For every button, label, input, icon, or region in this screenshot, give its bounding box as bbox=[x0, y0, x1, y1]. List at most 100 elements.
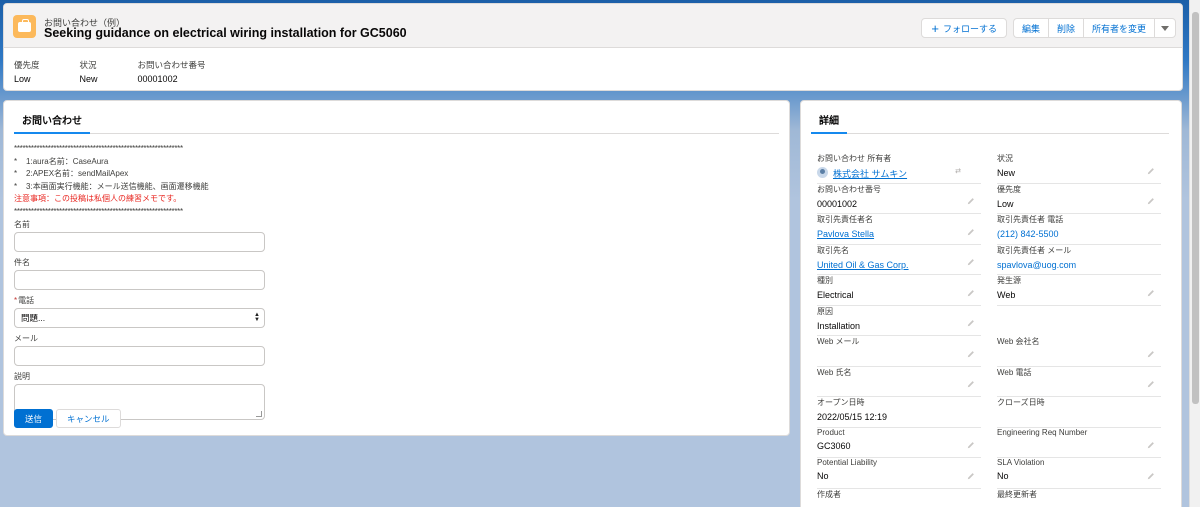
chevron-down-icon bbox=[1161, 25, 1169, 31]
name-input[interactable] bbox=[14, 232, 265, 252]
field-label: 状況 bbox=[79, 60, 97, 70]
submit-button[interactable]: 送信 bbox=[14, 409, 54, 428]
detail-field: Web 会社名 bbox=[997, 336, 1161, 367]
detail-field: 最終更新者 bbox=[997, 489, 1161, 507]
plus-icon: + bbox=[931, 20, 939, 36]
avatar bbox=[817, 167, 828, 178]
detail-row: 原因 Installation bbox=[817, 306, 1167, 337]
edit-pencil-icon[interactable] bbox=[1147, 441, 1155, 449]
detail-field-label: Web 氏名 bbox=[817, 367, 852, 377]
tab-inquiry[interactable]: お問い合わせ bbox=[14, 112, 90, 134]
detail-field-label: Product bbox=[817, 427, 845, 437]
phone-select[interactable]: 問題... ▲ ▼ bbox=[14, 308, 265, 328]
tab-details[interactable]: 詳細 bbox=[811, 112, 847, 134]
detail-field-value[interactable]: spavlova@uog.com bbox=[997, 260, 1161, 271]
follow-button[interactable]: + フォローする bbox=[921, 18, 1007, 38]
detail-field-value[interactable]: (212) 842-5500 bbox=[997, 229, 1161, 240]
edit-pencil-icon[interactable] bbox=[967, 472, 975, 480]
detail-field-label: Potential Liability bbox=[817, 458, 878, 467]
detail-field: 取引先責任者 メール spavlova@uog.com bbox=[997, 245, 1161, 275]
highlight-field-status: 状況 New bbox=[80, 59, 98, 84]
edit-pencil-icon[interactable] bbox=[1147, 350, 1155, 358]
edit-pencil-icon[interactable] bbox=[1147, 289, 1155, 297]
detail-field-value bbox=[997, 441, 1161, 452]
email-label: メール bbox=[14, 334, 38, 343]
more-actions-button[interactable] bbox=[1154, 18, 1176, 38]
detail-field-label: 状況 bbox=[997, 154, 1013, 163]
field-value: 00001002 bbox=[137, 74, 178, 84]
detail-field-label: Web メール bbox=[817, 337, 860, 346]
edit-pencil-icon[interactable] bbox=[967, 289, 975, 297]
warning-text: 注意事項：この投稿は私個人の練習メモです。 bbox=[14, 194, 182, 204]
edit-pencil-icon[interactable] bbox=[967, 441, 975, 449]
change-owner-button[interactable]: 所有者を変更 bbox=[1082, 18, 1154, 38]
record-title: Seeking guidance on electrical wiring in… bbox=[44, 26, 407, 40]
edit-pencil-icon[interactable] bbox=[967, 258, 975, 266]
detail-row: 取引先責任者名 Pavlova Stella 取引先責任者 電話 (212) 842-… bbox=[817, 214, 1167, 245]
detail-field-label: 最終更新者 bbox=[997, 489, 1037, 499]
edit-button[interactable]: 編集 bbox=[1012, 18, 1048, 38]
follow-label: フォローする bbox=[942, 23, 997, 34]
cancel-button[interactable]: キャンセル bbox=[56, 409, 121, 428]
detail-field-value bbox=[817, 382, 981, 393]
header-actions: + フォローする 編集 削除 所有者を変更 bbox=[921, 18, 1176, 38]
note-line: * 1:aura名前：CaseAura bbox=[14, 156, 109, 166]
detail-field-value bbox=[997, 412, 1161, 423]
scrollbar-thumb[interactable] bbox=[1192, 12, 1199, 404]
detail-field-label: Engineering Req Number bbox=[997, 427, 1088, 437]
subject-input[interactable] bbox=[14, 270, 265, 290]
page-scrollbar[interactable] bbox=[1189, 0, 1200, 507]
updown-arrow-icon: ▲ ▼ bbox=[254, 312, 260, 323]
separator-line: ****************************************… bbox=[14, 144, 183, 153]
detail-field: Web 電話 bbox=[997, 367, 1161, 397]
detail-field bbox=[997, 306, 1161, 337]
detail-field-value bbox=[997, 504, 1161, 507]
detail-row: Product GC3060 Engineering Req Number bbox=[817, 427, 1167, 458]
detail-row: お問い合わせ 所有者 株式会社 サムキン ⇄ 状況 New bbox=[817, 153, 1167, 184]
edit-pencil-icon[interactable] bbox=[967, 319, 975, 327]
field-label: お問い合わせ番号 bbox=[137, 60, 206, 70]
detail-field: 優先度 Low bbox=[997, 184, 1161, 214]
detail-field-value: No bbox=[817, 471, 829, 481]
detail-field: Product GC3060 bbox=[817, 427, 981, 458]
email-input[interactable] bbox=[14, 346, 265, 366]
change-owner-icon[interactable]: ⇄ bbox=[955, 167, 961, 175]
edit-pencil-icon[interactable] bbox=[967, 228, 975, 236]
detail-field-label: 取引先責任者名 bbox=[817, 215, 873, 224]
edit-pencil-icon[interactable] bbox=[967, 380, 975, 388]
detail-field-label: 取引先責任者 電話 bbox=[997, 215, 1064, 224]
detail-field-value: Installation bbox=[817, 320, 861, 331]
details-card: 詳細 お問い合わせ 所有者 株式会社 サムキン ⇄ 状況 New お問い合わせ番号 0000… bbox=[800, 100, 1182, 507]
inquiry-card: お問い合わせ *********************************… bbox=[3, 100, 790, 436]
edit-pencil-icon[interactable] bbox=[1147, 380, 1155, 388]
highlight-field-case-number: お問い合わせ番号 00001002 bbox=[138, 59, 206, 84]
phone-label: *電話 bbox=[14, 296, 35, 305]
field-label: 優先度 bbox=[14, 60, 40, 70]
detail-field-label: SLA Violation bbox=[997, 458, 1045, 467]
detail-field-value[interactable]: United Oil & Gas Corp. bbox=[817, 260, 981, 271]
edit-pencil-icon[interactable] bbox=[967, 350, 975, 358]
detail-row: 取引先名 United Oil & Gas Corp. 取引先責任者 メール spav… bbox=[817, 245, 1167, 275]
detail-field: クローズ日時 bbox=[997, 397, 1161, 428]
detail-field: 原因 Installation bbox=[817, 306, 981, 336]
detail-field-label: 取引先名 bbox=[817, 245, 849, 255]
detail-row: オープン日時 2022/05/15 12:19 クローズ日時 bbox=[817, 397, 1167, 428]
detail-field-value: New bbox=[997, 168, 1016, 178]
owner-link[interactable]: 株式会社 サムキン bbox=[833, 167, 907, 179]
detail-field: オープン日時 2022/05/15 12:19 bbox=[817, 397, 981, 428]
inquiry-tabbar: お問い合わせ bbox=[14, 112, 779, 134]
detail-field: Potential Liability No bbox=[817, 458, 981, 489]
detail-field-value: Web bbox=[997, 290, 1016, 300]
edit-pencil-icon[interactable] bbox=[1147, 472, 1155, 480]
detail-field-value: Low bbox=[997, 198, 1014, 209]
detail-field-label: Web 電話 bbox=[997, 367, 1032, 377]
edit-pencil-icon[interactable] bbox=[1147, 167, 1155, 175]
detail-field: Engineering Req Number bbox=[997, 427, 1161, 458]
edit-pencil-icon[interactable] bbox=[1147, 197, 1155, 205]
resize-grip-icon[interactable] bbox=[256, 411, 262, 417]
delete-button[interactable]: 削除 bbox=[1047, 18, 1083, 38]
detail-grid: お問い合わせ 所有者 株式会社 サムキン ⇄ 状況 New お問い合わせ番号 0000100… bbox=[817, 153, 1167, 507]
detail-field-value[interactable]: Pavlova Stella bbox=[817, 229, 981, 240]
detail-field: Web 氏名 bbox=[817, 367, 981, 397]
edit-pencil-icon[interactable] bbox=[967, 197, 975, 205]
